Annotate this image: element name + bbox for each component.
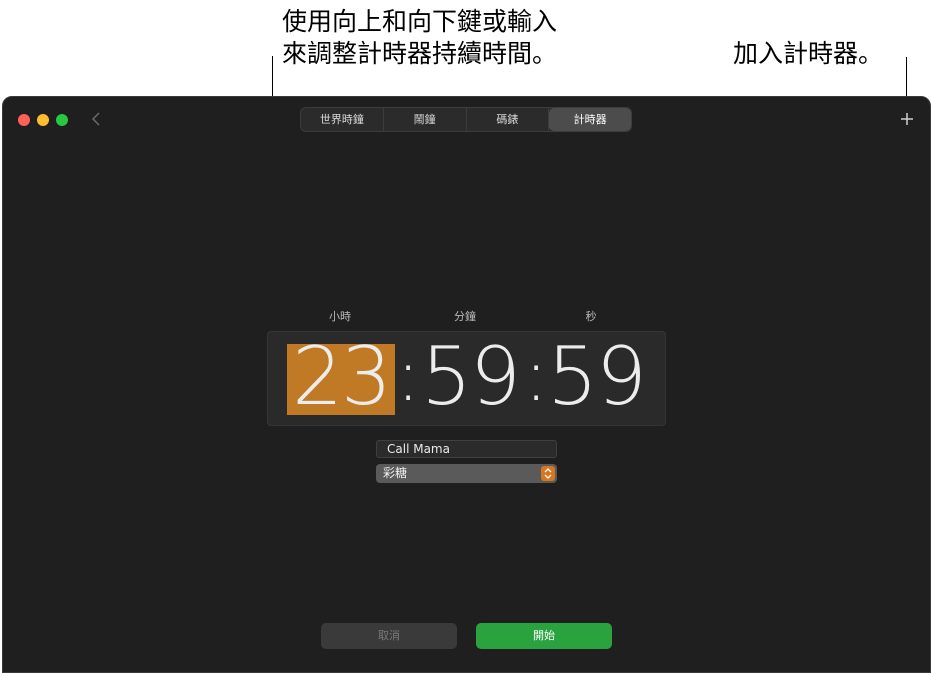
timer-duration-display: 23 : 59 : 59 <box>267 331 666 426</box>
callout-add-timer: 加入計時器。 <box>733 39 884 68</box>
tab-stopwatch[interactable]: 碼錶 <box>467 108 550 131</box>
window-maximize-button[interactable] <box>56 114 68 126</box>
callout-arrow-keys-line2: 來調整計時器持續時間。 <box>282 39 558 68</box>
callout-arrow-keys: 使用向上和向下鍵或輸入 來調整計時器持續時間。 <box>282 6 557 70</box>
minutes-label: 分鐘 <box>454 310 476 323</box>
sound-select-value: 彩糖 <box>383 466 408 480</box>
time-separator: : <box>524 333 549 417</box>
screenshot-stage: 使用向上和向下鍵或輸入 來調整計時器持續時間。 加入計時器。 世界時鐘 鬧鐘 碼… <box>0 0 931 673</box>
callout-arrow-keys-line1: 使用向上和向下鍵或輸入 <box>282 7 558 36</box>
tab-world-clock[interactable]: 世界時鐘 <box>301 108 384 131</box>
seconds-field[interactable]: 59 <box>542 333 650 421</box>
clock-app-window: 世界時鐘 鬧鐘 碼錶 計時器 小時 分鐘 秒 23 : 59 : 59 Call… <box>2 96 931 673</box>
back-button[interactable] <box>87 107 107 131</box>
tab-bar: 世界時鐘 鬧鐘 碼錶 計時器 <box>300 107 632 132</box>
seconds-label: 秒 <box>585 310 597 323</box>
window-close-button[interactable] <box>18 114 30 126</box>
window-minimize-button[interactable] <box>37 114 49 126</box>
minutes-field[interactable]: 59 <box>416 333 524 421</box>
chevron-left-icon <box>91 112 100 126</box>
tab-alarm[interactable]: 鬧鐘 <box>384 108 467 131</box>
hours-field[interactable]: 23 <box>287 333 395 421</box>
cancel-button[interactable]: 取消 <box>321 623 457 649</box>
time-separator: : <box>396 333 421 417</box>
tab-timer[interactable]: 計時器 <box>549 108 631 131</box>
plus-icon <box>901 113 913 125</box>
select-arrows-icon <box>541 466 555 481</box>
sound-select[interactable]: 彩糖 <box>376 464 557 483</box>
add-timer-button[interactable] <box>898 110 916 128</box>
start-button[interactable]: 開始 <box>476 623 612 649</box>
timer-label-input[interactable]: Call Mama <box>376 440 557 458</box>
hours-label: 小時 <box>329 310 351 323</box>
